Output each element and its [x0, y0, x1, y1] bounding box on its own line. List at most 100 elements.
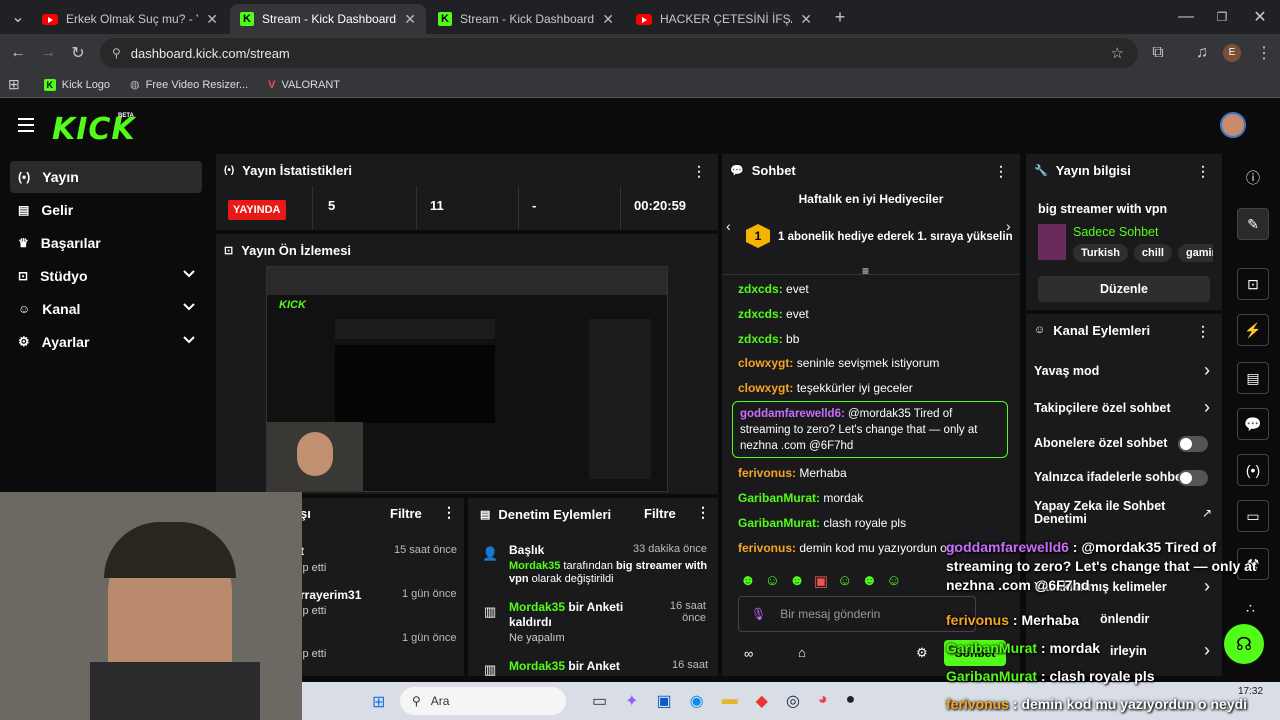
action-followers-only[interactable]: Takipçilere özel sohbet	[1034, 401, 1220, 415]
steam-icon[interactable]: ◎	[786, 691, 800, 711]
sidebar-item-basarilar[interactable]: ♛ Başarılar	[10, 227, 202, 259]
mod-user[interactable]: Mordak35	[509, 600, 565, 614]
new-tab-icon[interactable]: +	[826, 3, 854, 31]
browser-tab-1[interactable]: Erkek Olmak Suç mu? - YouTube ✕	[32, 4, 228, 34]
extensions-icon[interactable]: ⧉	[1144, 39, 1172, 67]
chevron-left-icon[interactable]: ‹	[726, 218, 731, 234]
app-icon[interactable]: ◆	[756, 691, 768, 711]
reload-icon[interactable]: ↻	[64, 39, 92, 67]
stream-preview-video[interactable]: KICK	[266, 266, 668, 492]
emote-icon[interactable]: ☺	[837, 572, 852, 590]
minimize-icon[interactable]: —	[1172, 3, 1200, 31]
edit-button[interactable]: Düzenle	[1038, 276, 1210, 302]
copilot-icon[interactable]: ✦	[625, 691, 638, 711]
sidebar-item-studyo[interactable]: ⊡ Stüdyo	[10, 260, 202, 292]
more-options-icon[interactable]: ⋮	[1196, 323, 1210, 340]
chevron-right-icon[interactable]: ›	[1204, 360, 1210, 381]
more-options-icon[interactable]: ⋮	[1196, 163, 1210, 180]
menu-icon[interactable]: ⋮	[1250, 39, 1278, 67]
mod-user[interactable]: Mordak35	[509, 659, 565, 673]
github-icon[interactable]: ●	[846, 691, 856, 711]
back-icon[interactable]: ←	[4, 39, 32, 67]
mod-user[interactable]: Mordak35	[509, 560, 560, 572]
apps-icon[interactable]: ⊞	[8, 76, 20, 93]
emotes-only-toggle[interactable]	[1178, 470, 1208, 486]
chat-username[interactable]: zdxcds	[738, 307, 779, 321]
chat-username[interactable]: clowxygt	[738, 381, 789, 395]
microphone-icon[interactable]: 🎙	[751, 607, 766, 621]
chat-username[interactable]: ferivonus	[738, 466, 792, 480]
camera-icon[interactable]: ⊡	[1237, 268, 1269, 300]
browser-tab-4[interactable]: HACKER ÇETESİNİ İFŞALIYORUM ✕	[626, 4, 822, 34]
media-icon[interactable]: ♫	[1188, 39, 1216, 67]
sidebar-item-yayin[interactable]: (•) Yayın	[10, 161, 202, 193]
info-icon[interactable]: ⓘ	[1246, 168, 1260, 188]
chat-username[interactable]: zdxcds	[738, 282, 779, 296]
chat-username[interactable]: GaribanMurat	[738, 491, 816, 505]
filter-button[interactable]: Filtre	[390, 506, 422, 521]
more-options-icon[interactable]: ⋮	[994, 163, 1008, 180]
lightning-icon[interactable]: ⚡	[1237, 314, 1269, 346]
emote-icon[interactable]: ☻	[861, 572, 877, 590]
bookmark-kick-logo[interactable]: K Kick Logo	[36, 78, 118, 91]
more-options-icon[interactable]: ⋮	[692, 163, 706, 180]
bookmark-video-resizer[interactable]: ◍ Free Video Resizer...	[122, 78, 256, 92]
chat-username[interactable]: ferivonus	[738, 541, 792, 555]
subscribers-only-toggle[interactable]	[1178, 436, 1208, 452]
chat-username[interactable]: GaribanMurat	[738, 516, 816, 530]
edge-icon[interactable]: ◉	[690, 691, 704, 711]
external-link-icon[interactable]: ↗	[1202, 506, 1212, 520]
close-icon[interactable]: ✕	[602, 11, 614, 28]
emote-icon[interactable]: ☺	[765, 572, 780, 590]
emote-icon[interactable]: ▣	[814, 572, 828, 590]
browser-tab-3[interactable]: K Stream - Kick Dashboard ✕	[428, 4, 624, 34]
more-options-icon[interactable]: ⋮	[442, 504, 456, 521]
settings-icon[interactable]: ⚙	[916, 645, 928, 661]
store-icon[interactable]: ▣	[657, 691, 672, 711]
chat-username[interactable]: clowxygt	[738, 356, 789, 370]
chevron-right-icon[interactable]: ›	[1204, 397, 1210, 418]
sidebar-item-gelir[interactable]: ▤ Gelir	[10, 194, 202, 226]
video-icon[interactable]: ▭	[1237, 500, 1269, 532]
collapse-icon[interactable]: ≡	[862, 264, 869, 278]
browser-tab-2[interactable]: K Stream - Kick Dashboard ✕	[230, 4, 426, 34]
task-view-icon[interactable]: ▭	[592, 691, 607, 711]
forward-icon[interactable]: →	[34, 39, 62, 67]
sidebar-item-ayarlar[interactable]: ⚙ Ayarlar	[10, 326, 202, 358]
close-icon[interactable]: ✕	[206, 11, 218, 28]
stream-category[interactable]: Sadece Sohbet	[1073, 225, 1159, 239]
chat-username[interactable]: goddamfarewelld6	[740, 408, 841, 420]
chat-input[interactable]: 🎙 Bir mesaj gönderin	[738, 596, 976, 632]
connections-icon[interactable]: ∞	[744, 646, 753, 661]
hamburger-icon[interactable]	[18, 118, 34, 132]
action-slow-mode[interactable]: Yavaş mod	[1034, 364, 1220, 378]
windows-start-icon[interactable]: ⊞	[372, 692, 385, 712]
edit-icon[interactable]: ✎	[1237, 208, 1269, 240]
filter-button[interactable]: Filtre	[644, 506, 676, 521]
close-icon[interactable]: ✕	[404, 11, 416, 28]
emote-icon[interactable]: ☺	[886, 572, 901, 590]
broadcast-icon[interactable]: (•)	[1237, 454, 1269, 486]
sidebar-item-kanal[interactable]: ☺ Kanal	[10, 293, 202, 325]
profile-avatar[interactable]: E	[1223, 44, 1241, 62]
emote-icon[interactable]: ☻	[789, 572, 805, 590]
document-icon[interactable]: ▤	[1237, 362, 1269, 394]
chrome-icon[interactable]: ◕	[818, 691, 828, 711]
address-bar[interactable]: ⚲ dashboard.kick.com/stream ☆	[100, 38, 1138, 68]
close-icon[interactable]: ✕	[800, 11, 812, 28]
bookmark-valorant[interactable]: V VALORANT	[260, 79, 348, 91]
tab-search-icon[interactable]: ⌄	[4, 3, 32, 31]
taskbar-search[interactable]: ⚲ Ara	[400, 687, 566, 715]
store-icon[interactable]: ⌂	[798, 645, 806, 660]
bookmark-star-icon[interactable]: ☆	[1111, 44, 1124, 62]
window-close-icon[interactable]: ✕	[1246, 3, 1274, 31]
site-info-icon[interactable]: ⚲	[112, 46, 121, 60]
file-explorer-icon[interactable]: ▬	[722, 691, 738, 711]
more-options-icon[interactable]: ⋮	[696, 504, 710, 521]
chat-icon[interactable]: 💬	[1237, 408, 1269, 440]
action-ai-moderation[interactable]: Yapay Zeka ile Sohbet Denetimi	[1034, 500, 1184, 526]
chat-username[interactable]: zdxcds	[738, 332, 779, 346]
restore-icon[interactable]: ❐	[1208, 3, 1236, 31]
user-avatar[interactable]	[1220, 112, 1246, 138]
emote-icon[interactable]: ☻	[740, 572, 756, 590]
